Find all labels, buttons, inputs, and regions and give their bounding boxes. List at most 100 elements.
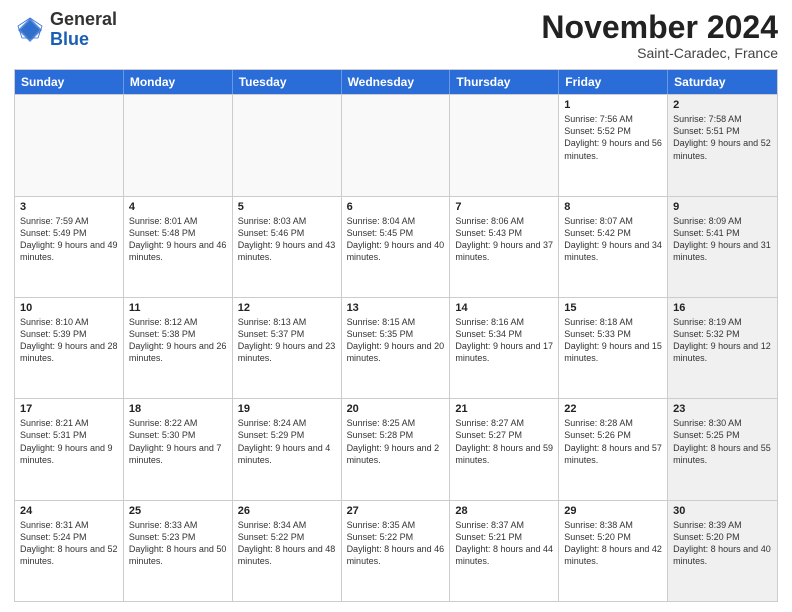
day-info: Sunrise: 8:39 AM Sunset: 5:20 PM Dayligh… (673, 519, 772, 568)
weekday-header-wednesday: Wednesday (342, 70, 451, 94)
calendar: SundayMondayTuesdayWednesdayThursdayFrid… (14, 69, 778, 602)
day-info: Sunrise: 8:28 AM Sunset: 5:26 PM Dayligh… (564, 417, 662, 466)
day-info: Sunrise: 8:04 AM Sunset: 5:45 PM Dayligh… (347, 215, 445, 264)
day-number: 13 (347, 302, 445, 314)
weekday-header-saturday: Saturday (668, 70, 777, 94)
day-cell-24: 24Sunrise: 8:31 AM Sunset: 5:24 PM Dayli… (15, 501, 124, 601)
day-cell-11: 11 Sunrise: 8:12 AM Sunset: 5:38 PM Dayli… (124, 298, 233, 398)
calendar-body: 1 Sunrise: 7:56 AM Sunset: 5:52 PM Daylig… (15, 94, 777, 601)
day-info: Sunrise: 8:09 AM Sunset: 5:41 PM Dayligh… (673, 215, 772, 264)
day-number: 9 (673, 201, 772, 213)
day-info: Sunrise: 8:13 AM Sunset: 5:37 PM Dayligh… (238, 316, 336, 365)
day-cell-22: 22Sunrise: 8:28 AM Sunset: 5:26 PM Dayli… (559, 399, 668, 499)
day-number: 14 (455, 302, 553, 314)
day-info: Sunrise: 8:38 AM Sunset: 5:20 PM Dayligh… (564, 519, 662, 568)
day-info: Sunrise: 8:12 AM Sunset: 5:38 PM Dayligh… (129, 316, 227, 365)
day-cell-25: 25 Sunrise: 8:33 AM Sunset: 5:23 PM Dayli… (124, 501, 233, 601)
day-number: 16 (673, 302, 772, 314)
day-cell-27: 27 Sunrise: 8:35 AM Sunset: 5:22 PM Dayli… (342, 501, 451, 601)
empty-cell-0-1 (124, 95, 233, 195)
day-cell-16: 16Sunrise: 8:19 AM Sunset: 5:32 PM Dayli… (668, 298, 777, 398)
day-cell-2: 2 Sunrise: 7:58 AM Sunset: 5:51 PM Daylig… (668, 95, 777, 195)
calendar-header: SundayMondayTuesdayWednesdayThursdayFrid… (15, 70, 777, 94)
logo-general: General (50, 9, 117, 29)
day-cell-10: 10 Sunrise: 8:10 AM Sunset: 5:39 PM Dayli… (15, 298, 124, 398)
logo-blue: Blue (50, 29, 89, 49)
day-info: Sunrise: 8:25 AM Sunset: 5:28 PM Dayligh… (347, 417, 445, 466)
day-number: 29 (564, 505, 662, 517)
day-cell-15: 15 Sunrise: 8:18 AM Sunset: 5:33 PM Dayli… (559, 298, 668, 398)
calendar-row-1: 3 Sunrise: 7:59 AM Sunset: 5:49 PM Daylig… (15, 196, 777, 297)
day-cell-30: 30 Sunrise: 8:39 AM Sunset: 5:20 PM Dayli… (668, 501, 777, 601)
day-cell-19: 19 Sunrise: 8:24 AM Sunset: 5:29 PM Dayli… (233, 399, 342, 499)
weekday-header-monday: Monday (124, 70, 233, 94)
day-info: Sunrise: 8:30 AM Sunset: 5:25 PM Dayligh… (673, 417, 772, 466)
day-number: 10 (20, 302, 118, 314)
day-info: Sunrise: 8:37 AM Sunset: 5:21 PM Dayligh… (455, 519, 553, 568)
day-cell-1: 1 Sunrise: 7:56 AM Sunset: 5:52 PM Daylig… (559, 95, 668, 195)
day-number: 18 (129, 403, 227, 415)
day-number: 23 (673, 403, 772, 415)
day-info: Sunrise: 8:15 AM Sunset: 5:35 PM Dayligh… (347, 316, 445, 365)
day-number: 3 (20, 201, 118, 213)
logo-icon (14, 14, 46, 46)
day-cell-20: 20 Sunrise: 8:25 AM Sunset: 5:28 PM Dayli… (342, 399, 451, 499)
empty-cell-0-2 (233, 95, 342, 195)
day-info: Sunrise: 8:10 AM Sunset: 5:39 PM Dayligh… (20, 316, 118, 365)
calendar-row-2: 10 Sunrise: 8:10 AM Sunset: 5:39 PM Dayli… (15, 297, 777, 398)
calendar-row-4: 24Sunrise: 8:31 AM Sunset: 5:24 PM Dayli… (15, 500, 777, 601)
day-cell-9: 9 Sunrise: 8:09 AM Sunset: 5:41 PM Daylig… (668, 197, 777, 297)
calendar-row-3: 17 Sunrise: 8:21 AM Sunset: 5:31 PM Dayli… (15, 398, 777, 499)
day-cell-3: 3 Sunrise: 7:59 AM Sunset: 5:49 PM Daylig… (15, 197, 124, 297)
empty-cell-0-3 (342, 95, 451, 195)
day-cell-13: 13 Sunrise: 8:15 AM Sunset: 5:35 PM Dayli… (342, 298, 451, 398)
day-info: Sunrise: 7:56 AM Sunset: 5:52 PM Dayligh… (564, 113, 662, 162)
location: Saint-Caradec, France (541, 45, 778, 61)
day-number: 4 (129, 201, 227, 213)
day-number: 28 (455, 505, 553, 517)
day-info: Sunrise: 7:59 AM Sunset: 5:49 PM Dayligh… (20, 215, 118, 264)
day-number: 11 (129, 302, 227, 314)
weekday-header-tuesday: Tuesday (233, 70, 342, 94)
day-number: 27 (347, 505, 445, 517)
day-cell-26: 26Sunrise: 8:34 AM Sunset: 5:22 PM Dayli… (233, 501, 342, 601)
day-info: Sunrise: 8:22 AM Sunset: 5:30 PM Dayligh… (129, 417, 227, 466)
day-info: Sunrise: 7:58 AM Sunset: 5:51 PM Dayligh… (673, 113, 772, 162)
day-cell-7: 7Sunrise: 8:06 AM Sunset: 5:43 PM Daylig… (450, 197, 559, 297)
day-number: 19 (238, 403, 336, 415)
weekday-header-thursday: Thursday (450, 70, 559, 94)
day-cell-8: 8Sunrise: 8:07 AM Sunset: 5:42 PM Daylig… (559, 197, 668, 297)
day-cell-18: 18 Sunrise: 8:22 AM Sunset: 5:30 PM Dayli… (124, 399, 233, 499)
day-number: 24 (20, 505, 118, 517)
day-cell-12: 12 Sunrise: 8:13 AM Sunset: 5:37 PM Dayli… (233, 298, 342, 398)
day-number: 30 (673, 505, 772, 517)
day-cell-21: 21Sunrise: 8:27 AM Sunset: 5:27 PM Dayli… (450, 399, 559, 499)
empty-cell-0-0 (15, 95, 124, 195)
day-cell-17: 17 Sunrise: 8:21 AM Sunset: 5:31 PM Dayli… (15, 399, 124, 499)
title-block: November 2024 Saint-Caradec, France (541, 10, 778, 61)
day-info: Sunrise: 8:03 AM Sunset: 5:46 PM Dayligh… (238, 215, 336, 264)
day-cell-4: 4Sunrise: 8:01 AM Sunset: 5:48 PM Daylig… (124, 197, 233, 297)
day-info: Sunrise: 8:21 AM Sunset: 5:31 PM Dayligh… (20, 417, 118, 466)
day-info: Sunrise: 8:18 AM Sunset: 5:33 PM Dayligh… (564, 316, 662, 365)
day-info: Sunrise: 8:35 AM Sunset: 5:22 PM Dayligh… (347, 519, 445, 568)
day-cell-6: 6Sunrise: 8:04 AM Sunset: 5:45 PM Daylig… (342, 197, 451, 297)
day-info: Sunrise: 8:33 AM Sunset: 5:23 PM Dayligh… (129, 519, 227, 568)
day-info: Sunrise: 8:24 AM Sunset: 5:29 PM Dayligh… (238, 417, 336, 466)
weekday-header-sunday: Sunday (15, 70, 124, 94)
day-number: 20 (347, 403, 445, 415)
day-number: 2 (673, 99, 772, 111)
calendar-row-0: 1 Sunrise: 7:56 AM Sunset: 5:52 PM Daylig… (15, 94, 777, 195)
weekday-header-friday: Friday (559, 70, 668, 94)
day-number: 21 (455, 403, 553, 415)
header: General Blue November 2024 Saint-Caradec… (14, 10, 778, 61)
day-number: 17 (20, 403, 118, 415)
day-number: 15 (564, 302, 662, 314)
day-info: Sunrise: 8:16 AM Sunset: 5:34 PM Dayligh… (455, 316, 553, 365)
day-number: 12 (238, 302, 336, 314)
day-info: Sunrise: 8:34 AM Sunset: 5:22 PM Dayligh… (238, 519, 336, 568)
empty-cell-0-4 (450, 95, 559, 195)
day-info: Sunrise: 8:07 AM Sunset: 5:42 PM Dayligh… (564, 215, 662, 264)
day-number: 1 (564, 99, 662, 111)
day-number: 25 (129, 505, 227, 517)
